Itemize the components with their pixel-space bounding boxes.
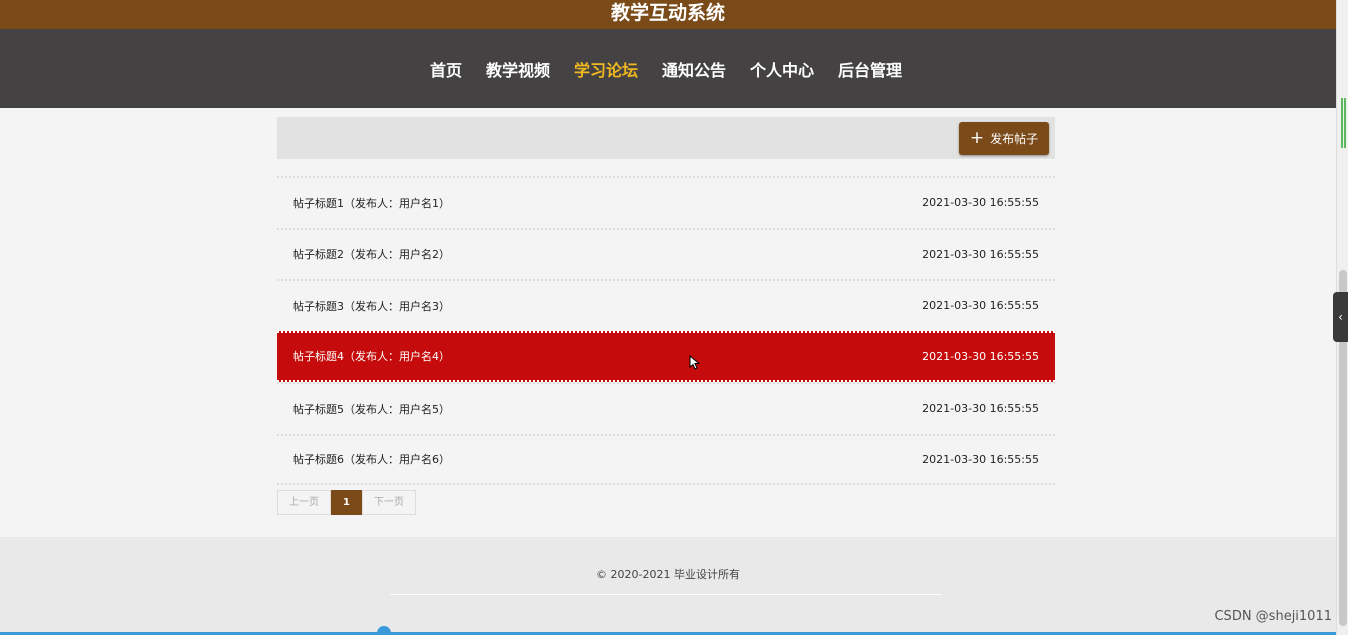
post-time: 2021-03-30 16:55:55 [922,402,1039,416]
post-row-3[interactable]: 帖子标题3（发布人：用户名3） 2021-03-30 16:55:55 [277,279,1055,331]
nav-item-announcements[interactable]: 通知公告 [662,57,726,81]
publish-post-button[interactable]: + 发布帖子 [959,122,1049,155]
post-row-2[interactable]: 帖子标题2（发布人：用户名2） 2021-03-30 16:55:55 [277,227,1055,280]
nav-item-teaching-videos[interactable]: 教学视频 [486,57,550,81]
chevron-left-icon: ‹ [1338,310,1343,324]
next-page-button[interactable]: 下一页 [362,490,416,515]
post-time: 2021-03-30 16:55:55 [922,299,1039,313]
page-number-current[interactable]: 1 [331,490,362,515]
plus-icon: + [969,128,985,148]
publish-post-label: 发布帖子 [990,132,1039,146]
nav-item-personal-center[interactable]: 个人中心 [750,57,814,81]
post-title[interactable]: 帖子标题5（发布人：用户名5） [293,401,450,417]
post-time: 2021-03-30 16:55:55 [922,247,1039,261]
post-title[interactable]: 帖子标题3（发布人：用户名3） [293,298,450,314]
main-nav: 首页 教学视频 学习论坛 通知公告 个人中心 后台管理 [0,29,1336,108]
nav-item-study-forum[interactable]: 学习论坛 [574,57,638,81]
post-title[interactable]: 帖子标题1（发布人：用户名1） [293,195,450,211]
nav-item-home[interactable]: 首页 [430,57,462,81]
post-row-5[interactable]: 帖子标题5（发布人：用户名5） 2021-03-30 16:55:55 [277,382,1055,434]
side-panel-toggle[interactable]: ‹ [1333,292,1348,342]
post-time: 2021-03-30 16:55:55 [922,196,1039,210]
post-row-6[interactable]: 帖子标题6（发布人：用户名6） 2021-03-30 16:55:55 [277,433,1055,485]
post-time: 2021-03-30 16:55:55 [922,452,1039,466]
scroll-marker [1341,98,1346,148]
bottom-bar-handle[interactable] [377,626,391,635]
footer-divider [390,594,942,595]
forum-toolbar: + 发布帖子 [277,117,1055,159]
post-row-4[interactable]: 帖子标题4（发布人：用户名4） 2021-03-30 16:55:55 [277,330,1055,382]
post-time: 2021-03-30 16:55:55 [922,349,1039,363]
site-title: 教学互动系统 [0,0,1336,29]
prev-page-button[interactable]: 上一页 [277,490,331,515]
pagination: 上一页 1 下一页 [277,490,416,515]
watermark-text: CSDN @sheji1011 [1214,609,1332,624]
nav-item-admin[interactable]: 后台管理 [838,57,902,81]
footer: © 2020-2021 毕业设计所有 [0,537,1336,635]
post-title[interactable]: 帖子标题2（发布人：用户名2） [293,246,450,262]
post-row-1[interactable]: 帖子标题1（发布人：用户名1） 2021-03-30 16:55:55 [277,176,1055,228]
post-title[interactable]: 帖子标题4（发布人：用户名4） [293,348,450,364]
post-title[interactable]: 帖子标题6（发布人：用户名6） [293,451,450,467]
post-list: 帖子标题1（发布人：用户名1） 2021-03-30 16:55:55 帖子标题… [277,176,1055,485]
forum-content: + 发布帖子 帖子标题1（发布人：用户名1） 2021-03-30 16:55:… [277,117,1055,485]
mouse-cursor-icon [689,355,701,370]
copyright-text: © 2020-2021 毕业设计所有 [596,568,740,581]
